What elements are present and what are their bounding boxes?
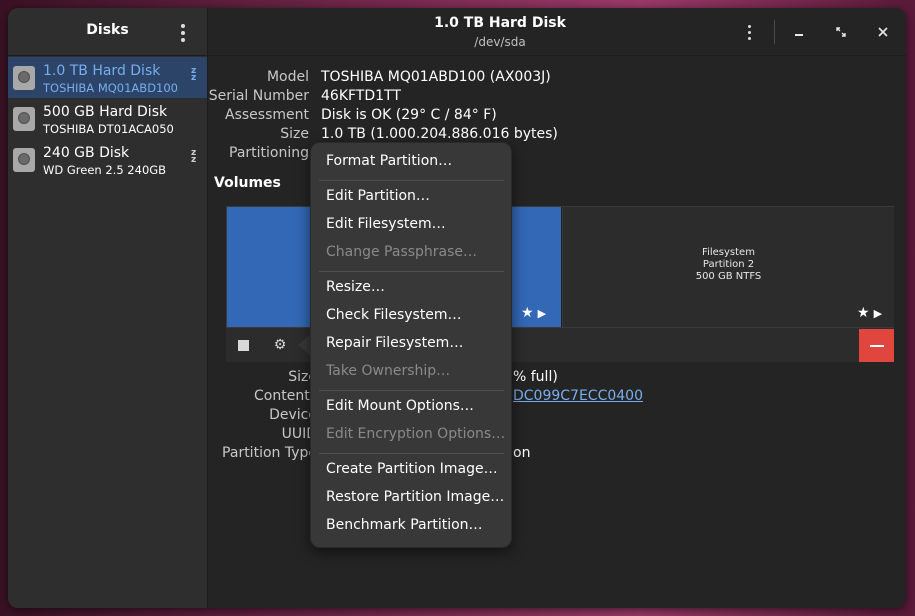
disk-name: 500 GB Hard Disk	[43, 104, 168, 120]
kebab-menu-icon	[747, 24, 751, 28]
partition-2-status: ★▶	[857, 305, 886, 321]
size-label: Size	[280, 126, 309, 142]
menu-separator	[319, 271, 504, 272]
kebab-dot	[181, 31, 185, 35]
contents-link[interactable]: DC099C7ECC0400	[513, 388, 643, 404]
size-value: 1.0 TB (1.000.204.886.016 bytes)	[321, 126, 558, 142]
volume-size-value: % full)	[513, 369, 558, 385]
sleep-icon: zz	[191, 148, 196, 165]
menu-item-create-partition-image[interactable]: Create Partition Image…	[326, 461, 498, 477]
partition-2-name: Partition 2	[702, 259, 755, 270]
delete-partition-button[interactable]	[859, 329, 894, 362]
sidebar-header: Disks	[8, 8, 207, 56]
partition-2-label: Filesystem Partition 2 500 GB NTFS	[563, 247, 894, 283]
kebab-dot	[747, 30, 751, 34]
menu-separator	[319, 453, 504, 454]
contents-label: Contents	[254, 388, 317, 404]
header-bar: 1.0 TB Hard Disk /dev/sda	[208, 8, 906, 56]
unmount-button[interactable]	[231, 333, 255, 357]
serial-label: Serial Number	[208, 88, 309, 104]
kebab-dot	[747, 36, 751, 40]
menu-item-benchmark-partition[interactable]: Benchmark Partition…	[326, 517, 483, 533]
device-label: Device	[269, 407, 317, 423]
play-icon: ▶	[537, 307, 551, 320]
menu-item-resize[interactable]: Resize…	[326, 279, 385, 295]
assessment-label: Assessment	[225, 107, 309, 123]
menu-item-check-filesystem[interactable]: Check Filesystem…	[326, 307, 462, 323]
disk-list-item[interactable]: 1.0 TB Hard Disk TOSHIBA MQ01ABD100 zz	[8, 57, 207, 98]
sidebar: Disks 1.0 TB Hard Disk TOSHIBA MQ01ABD10…	[8, 8, 208, 608]
star-icon: ★	[857, 305, 874, 321]
minimize-button[interactable]	[787, 20, 811, 44]
serial-value: 46KFTD1TT	[321, 88, 401, 104]
disk-model: TOSHIBA MQ01ABD100	[43, 81, 178, 95]
menu-item-restore-partition-image[interactable]: Restore Partition Image…	[326, 489, 504, 505]
app-menu-button[interactable]	[172, 20, 194, 46]
menu-item-change-passphrase: Change Passphrase…	[326, 244, 478, 260]
page-title: 1.0 TB Hard Disk	[434, 15, 566, 31]
close-icon	[878, 27, 888, 37]
partition-type-value: on	[513, 445, 531, 461]
menu-item-edit-mount-options[interactable]: Edit Mount Options…	[326, 398, 474, 414]
minus-icon	[869, 345, 884, 347]
menu-item-take-ownership: Take Ownership…	[326, 363, 451, 379]
menu-item-repair-filesystem[interactable]: Repair Filesystem…	[326, 335, 463, 351]
model-value: TOSHIBA MQ01ABD100 (AX003J)	[321, 69, 551, 85]
header-separator	[774, 20, 775, 44]
kebab-menu-icon	[181, 24, 185, 28]
partition-2-type: Filesystem	[702, 247, 755, 258]
disk-list-item[interactable]: 500 GB Hard Disk TOSHIBA DT01ACA050	[8, 98, 207, 139]
hard-disk-icon	[13, 107, 35, 131]
disk-model: TOSHIBA DT01ACA050	[43, 122, 174, 136]
play-icon: ▶	[873, 307, 887, 320]
partition-type-label: Partition Type	[222, 445, 317, 461]
menu-item-edit-filesystem[interactable]: Edit Filesystem…	[326, 216, 446, 232]
menu-item-format-partition[interactable]: Format Partition…	[326, 153, 452, 169]
disk-name: 240 GB Disk	[43, 145, 130, 161]
partition-2-size: 500 GB NTFS	[695, 271, 762, 282]
menu-separator	[319, 180, 504, 181]
menu-pointer	[298, 335, 310, 355]
assessment-value: Disk is OK (29° C / 84° F)	[321, 107, 497, 123]
disk-name: 1.0 TB Hard Disk	[43, 63, 161, 79]
hard-disk-icon	[13, 66, 35, 90]
menu-item-edit-partition[interactable]: Edit Partition…	[326, 188, 430, 204]
uuid-label: UUID	[281, 426, 317, 442]
volume-size-label: Size	[288, 369, 317, 385]
hard-disk-icon	[13, 148, 35, 172]
page-subtitle: /dev/sda	[474, 35, 526, 49]
partition-2-block[interactable]: Filesystem Partition 2 500 GB NTFS ★▶	[562, 207, 894, 327]
gear-icon: ⚙	[273, 337, 287, 353]
disk-list-item[interactable]: 240 GB Disk WD Green 2.5 240GB zz	[8, 139, 207, 180]
drive-menu-button[interactable]	[738, 19, 760, 45]
sleep-icon: zz	[191, 66, 196, 83]
partition-options-button[interactable]: ⚙	[268, 333, 292, 357]
partition-context-menu: Format Partition… Edit Partition… Edit F…	[310, 142, 512, 548]
disk-model: WD Green 2.5 240GB	[43, 163, 167, 177]
partitioning-label: Partitioning	[229, 145, 309, 161]
menu-item-edit-encryption-options: Edit Encryption Options…	[326, 426, 506, 442]
maximize-icon	[836, 27, 846, 37]
stop-icon	[237, 339, 249, 351]
partition-1-status: ★▶	[521, 305, 550, 321]
minimize-icon	[795, 34, 803, 36]
menu-separator	[319, 390, 504, 391]
star-icon: ★	[521, 305, 538, 321]
maximize-button[interactable]	[829, 20, 853, 44]
close-button[interactable]	[871, 20, 895, 44]
kebab-dot	[181, 38, 185, 42]
model-label: Model	[266, 69, 309, 85]
volumes-heading: Volumes	[214, 175, 281, 191]
